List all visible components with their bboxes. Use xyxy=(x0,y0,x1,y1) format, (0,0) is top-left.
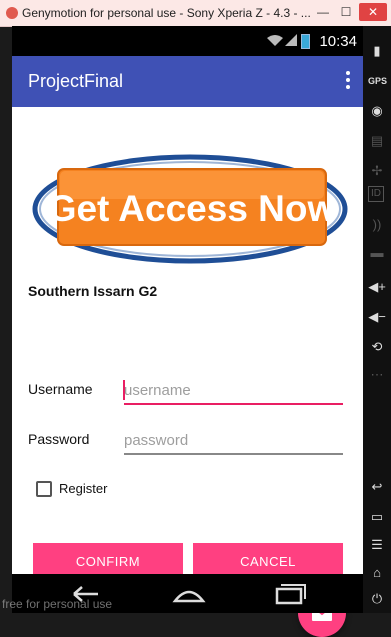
sms-icon[interactable]: ▬ xyxy=(368,244,386,262)
back-button-icon[interactable]: ↩ xyxy=(368,478,386,496)
banner-text: Get Access Now xyxy=(48,188,337,229)
app-bar: ProjectFinal xyxy=(12,56,363,107)
section-title: Southern Issarn G2 xyxy=(28,283,158,299)
register-label[interactable]: Register xyxy=(59,481,107,496)
minimize-icon[interactable]: — xyxy=(314,3,332,21)
volume-down-icon[interactable]: ◀− xyxy=(368,308,386,326)
password-label: Password xyxy=(28,431,90,447)
power-icon[interactable]: ⏻ xyxy=(368,590,386,608)
genymotion-logo-icon xyxy=(6,7,18,19)
volume-up-icon[interactable]: ◀+ xyxy=(368,278,386,296)
gps-icon[interactable]: GPS xyxy=(368,72,387,90)
home-icon[interactable] xyxy=(169,581,209,607)
wifi-icon xyxy=(267,35,283,46)
window-title: Genymotion for personal use - Sony Xperi… xyxy=(22,6,311,20)
remote-control-icon[interactable]: ✢ xyxy=(368,162,386,180)
camera-icon[interactable]: ◉ xyxy=(368,102,386,120)
app-title: ProjectFinal xyxy=(28,71,124,91)
get-access-now-banner: Get Access Now xyxy=(32,154,348,264)
maximize-icon[interactable]: ☐ xyxy=(337,3,355,21)
pixel-perfect-icon[interactable]: ⋯ xyxy=(368,366,386,384)
username-input[interactable] xyxy=(124,377,343,405)
rotate-icon[interactable]: ⟲ xyxy=(368,338,386,356)
battery-icon xyxy=(301,34,310,49)
identifiers-icon[interactable]: ID xyxy=(368,186,384,202)
battery-widget-icon[interactable]: ▮ xyxy=(368,42,386,60)
password-input[interactable] xyxy=(124,427,343,455)
text-cursor xyxy=(123,380,125,400)
close-icon[interactable]: ✕ xyxy=(359,3,387,21)
emulator-sidebar: ▮ GPS ◉ ▤ ✢ ID )) ▬ ◀+ ◀− ⟲ ⋯ ↩ ▭ ☰ ⌂ ⏻ xyxy=(363,26,391,613)
username-label: Username xyxy=(28,381,93,397)
personal-use-watermark: free for personal use xyxy=(2,597,113,611)
device-screen: 10:34 ProjectFinal Get Access Now Southe… xyxy=(12,26,363,637)
register-checkbox[interactable] xyxy=(36,481,52,497)
menu-button-icon[interactable]: ☰ xyxy=(368,536,386,554)
recent-apps-button-icon[interactable]: ▭ xyxy=(368,508,386,526)
login-form: Get Access Now Southern Issarn G2 Userna… xyxy=(12,107,363,637)
recent-apps-icon[interactable] xyxy=(269,581,309,607)
home-button-icon[interactable]: ⌂ xyxy=(368,564,386,582)
more-vert-icon[interactable] xyxy=(345,69,351,93)
signal-icon xyxy=(285,34,297,46)
status-bar: 10:34 xyxy=(12,26,363,56)
network-icon[interactable]: )) xyxy=(368,216,386,234)
emulator-title-bar: Genymotion for personal use - Sony Xperi… xyxy=(0,0,391,27)
video-icon[interactable]: ▤ xyxy=(368,132,386,150)
status-time: 10:34 xyxy=(319,33,357,50)
